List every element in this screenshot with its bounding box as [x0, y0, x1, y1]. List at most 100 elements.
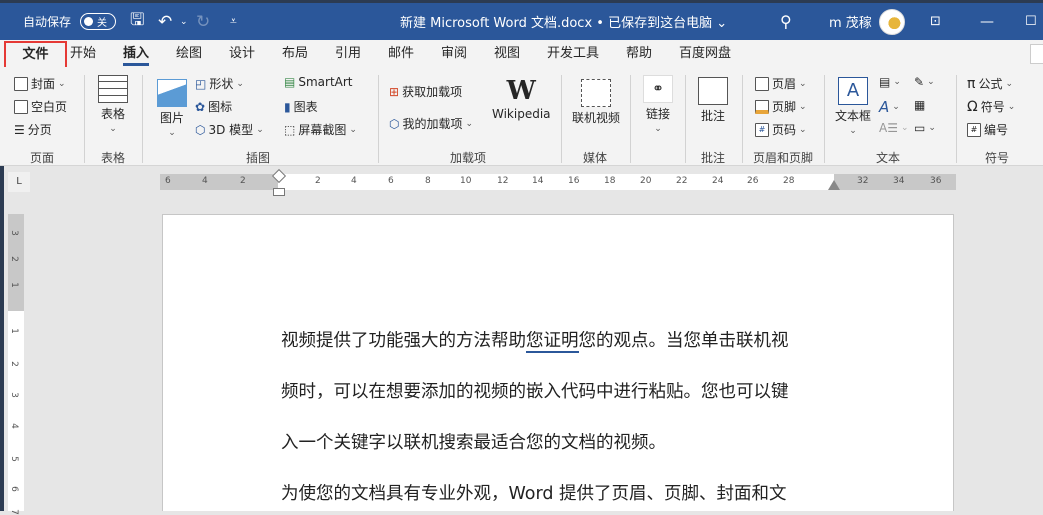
tab-review[interactable]: 审阅	[441, 40, 467, 67]
quick-parts-button[interactable]: ▤ ⌄	[879, 75, 901, 89]
ruler-tick: 22	[676, 176, 688, 186]
tab-design[interactable]: 设计	[229, 40, 255, 67]
screenshot-icon: ⬚	[284, 122, 296, 137]
share-icon[interactable]	[1030, 44, 1043, 64]
save-icon[interactable]: 🖫	[130, 3, 144, 40]
chevron-down-icon: ⌄	[927, 77, 935, 87]
avatar[interactable]	[879, 9, 905, 35]
tab-help[interactable]: 帮助	[626, 40, 652, 67]
ruler-tick: 7	[8, 509, 19, 515]
paragraph-line[interactable]: 视频提供了功能强大的方法帮助您证明您的观点。当您单击联机视	[281, 327, 789, 353]
tab-layout[interactable]: 布局	[282, 40, 308, 67]
ruler-tick: 8	[425, 176, 431, 186]
user-name[interactable]: m 茂稼	[829, 3, 872, 40]
drop-cap-button[interactable]: A☰ ⌄	[879, 121, 909, 135]
wikipedia-icon: W	[506, 76, 536, 106]
cover-page-label: 封面	[31, 77, 56, 91]
picture-icon	[157, 79, 187, 107]
table-label: 表格	[100, 107, 125, 121]
my-addins-button[interactable]: ⬡ 我的加载项 ⌄	[389, 115, 473, 132]
search-icon[interactable]: ⚲	[780, 3, 792, 40]
screenshot-button[interactable]: ⬚ 屏幕截图 ⌄	[284, 121, 357, 138]
document-page[interactable]: 视频提供了功能强大的方法帮助您证明您的观点。当您单击联机视 频时，可以在想要添加…	[162, 214, 954, 511]
vertical-ruler[interactable]: 3 2 1 1 2 3 4 5 6 7	[8, 214, 24, 515]
icons-button[interactable]: ✿ 图标	[195, 98, 232, 115]
blank-page-icon	[14, 99, 28, 114]
tab-view[interactable]: 视图	[494, 40, 520, 67]
header-button[interactable]: 页眉 ⌄	[755, 75, 807, 92]
pi-icon: π	[967, 75, 976, 92]
link-button[interactable]: ⚭ 链接 ⌄	[643, 75, 673, 134]
tab-file[interactable]: 文件	[4, 41, 67, 70]
tab-draw[interactable]: 绘图	[176, 40, 202, 67]
cover-page-icon	[14, 76, 28, 91]
signature-line-button[interactable]: ✎ ⌄	[914, 75, 935, 89]
footer-button[interactable]: 页脚 ⌄	[755, 98, 807, 115]
get-addins-button[interactable]: ⊞ 获取加载项	[389, 83, 462, 100]
wikipedia-button[interactable]: W Wikipedia	[492, 77, 551, 121]
paragraph-line[interactable]: 频时，可以在想要添加的视频的嵌入代码中进行粘贴。您也可以键	[281, 378, 789, 403]
maximize-icon[interactable]: ☐	[1025, 3, 1037, 40]
autosave-toggle[interactable]: 关	[80, 13, 116, 30]
text-box-button[interactable]: A 文本框 ⌄	[835, 77, 871, 136]
3d-models-button[interactable]: ⬡ 3D 模型 ⌄	[195, 121, 264, 138]
numbering-button[interactable]: # 编号	[967, 121, 1008, 138]
ribbon-display-icon[interactable]: ⊡	[930, 3, 941, 40]
tab-insert[interactable]: 插入	[123, 40, 150, 67]
left-indent-marker[interactable]	[273, 188, 285, 196]
page-number-button[interactable]: # 页码 ⌄	[755, 121, 807, 138]
wordart-button[interactable]: A ⌄	[879, 98, 900, 116]
equation-button[interactable]: π 公式 ⌄	[967, 75, 1013, 92]
blank-page-button[interactable]: 空白页	[14, 98, 67, 115]
table-button[interactable]: 表格 ⌄	[98, 75, 128, 134]
cube-icon: ⬡	[195, 122, 206, 137]
redo-icon[interactable]: ↻	[196, 3, 210, 40]
ruler-tick: 12	[497, 176, 509, 186]
online-video-button[interactable]: 联机视频	[572, 79, 620, 126]
ruler-tick: 2	[240, 176, 246, 186]
date-time-button[interactable]: ▦	[914, 98, 925, 112]
tab-developer[interactable]: 开发工具	[547, 40, 599, 67]
object-icon: ▭	[914, 121, 926, 135]
table-icon	[98, 75, 128, 103]
ruler-tick: 3	[8, 230, 19, 236]
chevron-down-icon: ⌄	[1005, 78, 1013, 89]
undo-icon[interactable]: ↶	[158, 3, 172, 40]
ruler-tick: 2	[8, 361, 19, 367]
right-indent-marker[interactable]	[828, 180, 840, 190]
minimize-icon[interactable]: —	[980, 3, 994, 40]
grammar-flagged-text[interactable]: 您证明	[526, 331, 579, 353]
cover-page-button[interactable]: 封面 ⌄	[14, 75, 66, 92]
text-box-label: 文本框	[835, 109, 872, 123]
ruler-margin-left	[160, 174, 278, 190]
symbol-button[interactable]: Ω 符号 ⌄	[967, 98, 1015, 115]
customize-qat-icon[interactable]: ⩡	[230, 3, 237, 40]
object-button[interactable]: ▭ ⌄	[914, 121, 936, 135]
comment-button[interactable]: 批注	[698, 77, 728, 124]
text-run: 入一个关键字以联机搜索最适合您的文档的视频。	[281, 433, 666, 453]
shapes-button[interactable]: ◰ 形状 ⌄	[195, 75, 244, 92]
paragraph-line[interactable]: 入一个关键字以联机搜索最适合您的文档的视频。	[281, 429, 666, 454]
tab-references[interactable]: 引用	[335, 40, 361, 67]
tab-mailings[interactable]: 邮件	[388, 40, 414, 67]
my-addins-label: 我的加载项	[402, 117, 463, 131]
chevron-down-icon: ⌄	[799, 101, 807, 112]
tab-home[interactable]: 开始	[70, 40, 96, 67]
ruler-tick: 20	[640, 176, 652, 186]
page-break-button[interactable]: ☰ 分页	[14, 121, 52, 138]
paragraph-line[interactable]: 为使您的文档具有专业外观，Word 提供了页眉、页脚、封面和文	[281, 480, 787, 505]
tab-baidu-netdisk[interactable]: 百度网盘	[679, 40, 731, 67]
pictures-button[interactable]: 图片 ⌄	[157, 79, 187, 138]
group-label-illustrations: 插图	[246, 151, 271, 165]
equation-label: 公式	[978, 77, 1003, 91]
group-divider	[142, 75, 143, 163]
chevron-down-icon: ⌄	[654, 124, 662, 134]
tab-selector[interactable]: L	[8, 172, 30, 192]
text-run: 为使您的文档具有专业外观，Word 提供了页眉、页脚、封面和文	[281, 484, 787, 504]
smartart-button[interactable]: ▤ SmartArt	[284, 75, 353, 89]
icons-label: 图标	[208, 100, 233, 114]
chart-button[interactable]: ▮ 图表	[284, 98, 318, 115]
undo-dropdown-icon[interactable]: ⌄	[180, 3, 188, 40]
document-title[interactable]: 新建 Microsoft Word 文档.docx • 已保存到这台电脑 ⌄	[400, 3, 727, 40]
ruler-tick: 32	[857, 176, 869, 186]
